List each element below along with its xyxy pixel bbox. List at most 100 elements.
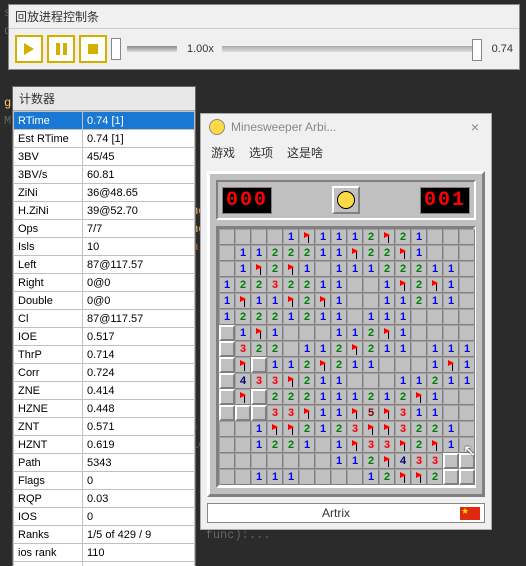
cell[interactable]: 1 <box>363 469 379 485</box>
cell[interactable]: 2 <box>363 453 379 469</box>
cell[interactable] <box>219 341 235 357</box>
counter-row[interactable]: Cl87@117.57 <box>14 310 195 328</box>
cell[interactable]: 2 <box>363 389 379 405</box>
cell[interactable]: 1 <box>315 405 331 421</box>
cell[interactable] <box>395 357 411 373</box>
cell[interactable]: 1 <box>459 341 475 357</box>
cell[interactable]: 1 <box>379 293 395 309</box>
counter-row[interactable]: rqp rank4 <box>14 562 195 566</box>
cell[interactable]: 1 <box>427 341 443 357</box>
minefield[interactable]: 1111221112221122112111122211122322111211… <box>216 226 476 488</box>
cell[interactable] <box>379 421 395 437</box>
cell[interactable]: 1 <box>363 357 379 373</box>
cell[interactable] <box>283 341 299 357</box>
cell[interactable]: 1 <box>395 325 411 341</box>
counter-row[interactable]: 3BV/s60.81 <box>14 166 195 184</box>
cell[interactable] <box>219 357 235 373</box>
counter-row[interactable]: Corr0.724 <box>14 364 195 382</box>
cell[interactable]: 1 <box>251 469 267 485</box>
cell[interactable]: 1 <box>347 357 363 373</box>
cell[interactable] <box>395 469 411 485</box>
cell[interactable] <box>219 325 235 341</box>
cell[interactable]: 1 <box>331 405 347 421</box>
cell[interactable] <box>379 325 395 341</box>
cell[interactable] <box>427 309 443 325</box>
cell[interactable] <box>363 277 379 293</box>
cell[interactable]: 1 <box>427 261 443 277</box>
cell[interactable]: 1 <box>251 437 267 453</box>
cell[interactable] <box>299 453 315 469</box>
cell[interactable]: 1 <box>251 245 267 261</box>
cell[interactable] <box>459 389 475 405</box>
cell[interactable] <box>315 325 331 341</box>
pause-button[interactable] <box>47 35 75 63</box>
cell[interactable] <box>443 453 459 469</box>
cell[interactable] <box>427 277 443 293</box>
cell[interactable] <box>235 357 251 373</box>
cell[interactable]: 1 <box>299 341 315 357</box>
cell[interactable] <box>443 357 459 373</box>
cell[interactable] <box>443 469 459 485</box>
speed-slider[interactable] <box>127 46 177 52</box>
cell[interactable] <box>379 373 395 389</box>
cell[interactable] <box>283 261 299 277</box>
cell[interactable] <box>443 245 459 261</box>
cell[interactable]: 1 <box>411 229 427 245</box>
cell[interactable] <box>267 229 283 245</box>
counter-row[interactable]: Isls10 <box>14 238 195 256</box>
cell[interactable]: 1 <box>443 437 459 453</box>
counter-row[interactable]: RQP0.03 <box>14 490 195 508</box>
cell[interactable] <box>347 277 363 293</box>
cell[interactable] <box>251 453 267 469</box>
cell[interactable]: 1 <box>379 341 395 357</box>
cell[interactable] <box>331 469 347 485</box>
cell[interactable]: 1 <box>235 261 251 277</box>
cell[interactable]: 1 <box>379 309 395 325</box>
counter-row[interactable]: IOE0.517 <box>14 328 195 346</box>
cell[interactable]: 1 <box>251 421 267 437</box>
cell[interactable]: 1 <box>395 293 411 309</box>
cell[interactable]: 1 <box>283 357 299 373</box>
cell[interactable]: 1 <box>331 325 347 341</box>
cell[interactable] <box>299 229 315 245</box>
cell[interactable] <box>411 357 427 373</box>
cell[interactable] <box>219 261 235 277</box>
cell[interactable] <box>411 341 427 357</box>
cell[interactable] <box>443 229 459 245</box>
cell[interactable]: 1 <box>331 277 347 293</box>
cell[interactable]: 2 <box>299 421 315 437</box>
cell[interactable] <box>347 293 363 309</box>
cell[interactable]: 2 <box>283 389 299 405</box>
cell[interactable]: 2 <box>363 245 379 261</box>
cell[interactable]: 1 <box>315 245 331 261</box>
cell[interactable]: 1 <box>331 309 347 325</box>
cell[interactable]: 1 <box>443 293 459 309</box>
menu-whatsthis[interactable]: 这是啥 <box>287 144 323 161</box>
cell[interactable]: 1 <box>331 389 347 405</box>
cell[interactable]: 1 <box>331 453 347 469</box>
cell[interactable]: 2 <box>267 389 283 405</box>
cell[interactable] <box>219 453 235 469</box>
cell[interactable]: 2 <box>283 437 299 453</box>
cell[interactable] <box>427 437 443 453</box>
cell[interactable] <box>395 437 411 453</box>
cell[interactable] <box>283 421 299 437</box>
cell[interactable]: 2 <box>395 389 411 405</box>
cell[interactable]: 1 <box>347 261 363 277</box>
cell[interactable] <box>443 325 459 341</box>
counter-row[interactable]: Flags0 <box>14 472 195 490</box>
counter-row[interactable]: RTime0.74 [1] <box>14 112 195 130</box>
cell[interactable] <box>235 469 251 485</box>
cell[interactable]: 1 <box>219 309 235 325</box>
cell[interactable]: 1 <box>443 373 459 389</box>
cell[interactable]: 1 <box>267 325 283 341</box>
cell[interactable]: 1 <box>283 229 299 245</box>
cell[interactable]: 2 <box>283 277 299 293</box>
cell[interactable] <box>235 453 251 469</box>
cell[interactable]: 1 <box>411 405 427 421</box>
cell[interactable]: 2 <box>331 421 347 437</box>
cell[interactable]: 1 <box>395 309 411 325</box>
cell[interactable] <box>235 437 251 453</box>
cell[interactable] <box>219 405 235 421</box>
cell[interactable] <box>459 309 475 325</box>
